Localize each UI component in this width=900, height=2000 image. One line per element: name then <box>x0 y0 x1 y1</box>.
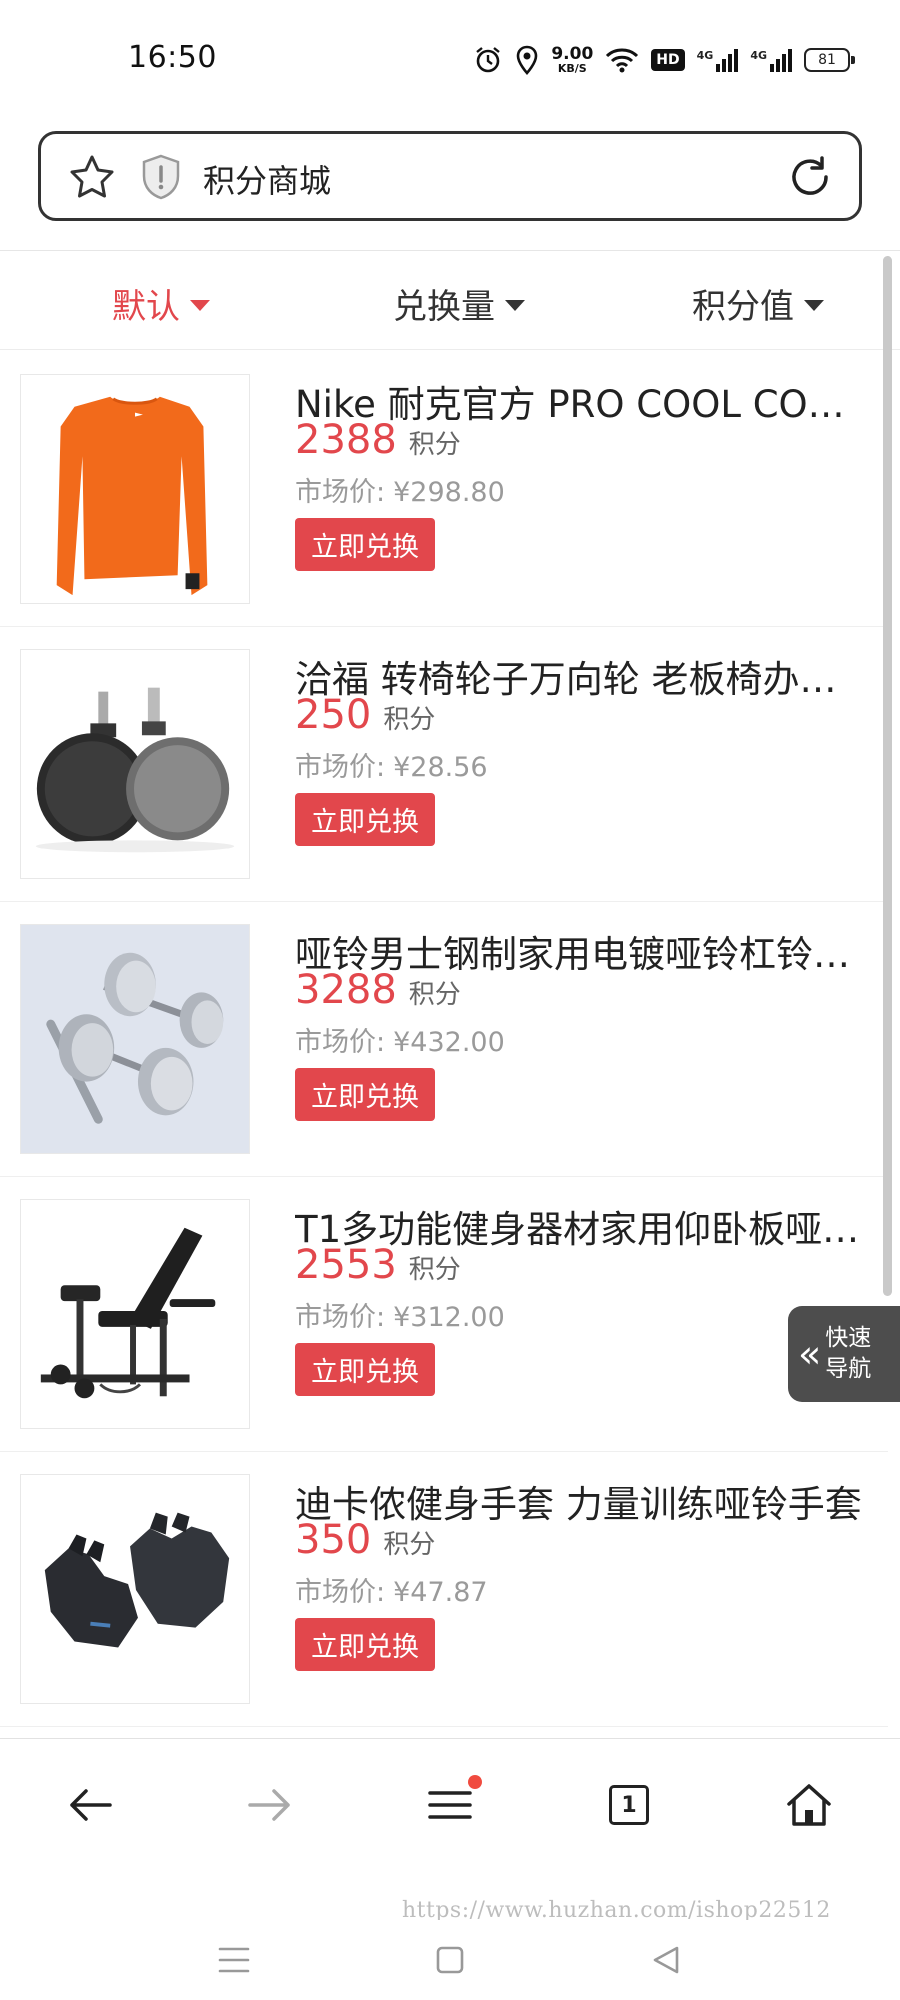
redeem-button[interactable]: 立即兑换 <box>295 1343 435 1396</box>
product-image-gloves[interactable] <box>20 1474 250 1704</box>
redeem-button[interactable]: 立即兑换 <box>295 1618 435 1671</box>
product-item[interactable]: 迪卡侬健身手套 力量训练哑铃手套 350 积分 市场价: ¥47.87 立即兑换 <box>0 1452 888 1727</box>
home-icon[interactable] <box>781 1777 837 1833</box>
caret-down-icon <box>804 300 824 311</box>
sort-tab-default[interactable]: 默认 <box>112 279 210 328</box>
status-time: 16:50 <box>128 40 217 75</box>
battery-icon: 81 <box>804 48 855 72</box>
signal-icon-2: 4G <box>750 48 792 72</box>
status-icons: 9.00 KB/S HD 4G 4G 81 <box>473 40 855 80</box>
hd-badge: HD <box>651 49 685 71</box>
alarm-icon <box>473 45 503 75</box>
points-unit: 积分 <box>383 1530 436 1560</box>
net-speed: 9.00 KB/S <box>551 44 594 75</box>
reload-icon[interactable] <box>785 152 835 206</box>
market-price: 市场价: ¥298.80 <box>295 477 505 508</box>
product-points: 2388 积分 <box>295 417 461 463</box>
product-image-dumbbells[interactable] <box>20 924 250 1154</box>
browser-toolbar: 1 <box>0 1738 900 1874</box>
sort-tab-exchange-count[interactable]: 兑换量 <box>393 279 525 328</box>
tabs-icon[interactable]: 1 <box>601 1777 657 1833</box>
redeem-button[interactable]: 立即兑换 <box>295 1068 435 1121</box>
double-chevron-left-icon: « <box>798 1332 822 1376</box>
points-value: 350 <box>295 1517 372 1563</box>
notification-dot <box>468 1775 482 1789</box>
home-button-icon[interactable] <box>430 1940 470 1980</box>
product-points: 350 积分 <box>295 1517 435 1563</box>
market-price: 市场价: ¥28.56 <box>295 752 488 783</box>
product-image-caster-wheels[interactable] <box>20 649 250 879</box>
shield-icon[interactable] <box>138 152 184 206</box>
address-title[interactable]: 积分商城 <box>203 156 331 202</box>
back-arrow-icon[interactable] <box>62 1777 118 1833</box>
scrollbar[interactable] <box>883 256 892 1296</box>
points-value: 2553 <box>295 1242 397 1288</box>
points-unit: 积分 <box>408 1255 461 1285</box>
points-unit: 积分 <box>383 705 436 735</box>
system-nav-bar <box>0 1920 900 2000</box>
product-item[interactable]: 洽福 转椅轮子万向轮 老板椅办公椅 250 积分 市场价: ¥28.56 立即兑换 <box>0 627 888 902</box>
product-image-weight-bench[interactable] <box>20 1199 250 1429</box>
product-item[interactable]: T1多功能健身器材家用仰卧板哑铃凳 2553 积分 市场价: ¥312.00 立即… <box>0 1177 888 1452</box>
market-price: 市场价: ¥312.00 <box>295 1302 505 1333</box>
status-bar: 16:50 9.00 KB/S HD 4G 4G 81 <box>0 0 900 118</box>
product-points: 2553 积分 <box>295 1242 461 1288</box>
caret-down-icon <box>190 300 210 311</box>
redeem-button[interactable]: 立即兑换 <box>295 793 435 846</box>
product-item[interactable]: Nike 耐克官方 PRO COOL COMPRESSION 2388 积分 市… <box>0 352 888 627</box>
quick-nav-button[interactable]: « 快速 导航 <box>788 1306 900 1402</box>
points-unit: 积分 <box>408 430 461 460</box>
sort-tab-points-value[interactable]: 积分值 <box>692 279 824 328</box>
points-value: 2388 <box>295 417 397 463</box>
sort-bar: 默认 兑换量 积分值 <box>0 250 900 350</box>
points-unit: 积分 <box>408 980 461 1010</box>
location-icon <box>515 45 539 75</box>
menu-icon[interactable] <box>422 1775 482 1833</box>
redeem-button[interactable]: 立即兑换 <box>295 518 435 571</box>
address-bar[interactable]: 积分商城 <box>38 131 862 221</box>
caret-down-icon <box>505 300 525 311</box>
product-points: 250 积分 <box>295 692 435 738</box>
product-points: 3288 积分 <box>295 967 461 1013</box>
signal-icon: 4G <box>697 48 739 72</box>
points-value: 3288 <box>295 967 397 1013</box>
points-value: 250 <box>295 692 372 738</box>
product-list: Nike 耐克官方 PRO COOL COMPRESSION 2388 积分 市… <box>0 352 888 1727</box>
market-price: 市场价: ¥432.00 <box>295 1027 505 1058</box>
product-item[interactable]: 哑铃男士钢制家用电镀哑铃杠铃套装 3288 积分 市场价: ¥432.00 立即兑… <box>0 902 888 1177</box>
star-icon[interactable] <box>67 152 117 206</box>
forward-arrow-icon[interactable] <box>242 1777 298 1833</box>
market-price: 市场价: ¥47.87 <box>295 1577 488 1608</box>
recent-apps-icon[interactable] <box>214 1940 254 1980</box>
product-image-shirt[interactable] <box>20 374 250 604</box>
back-triangle-icon[interactable] <box>646 1940 686 1980</box>
wifi-icon <box>605 47 639 73</box>
